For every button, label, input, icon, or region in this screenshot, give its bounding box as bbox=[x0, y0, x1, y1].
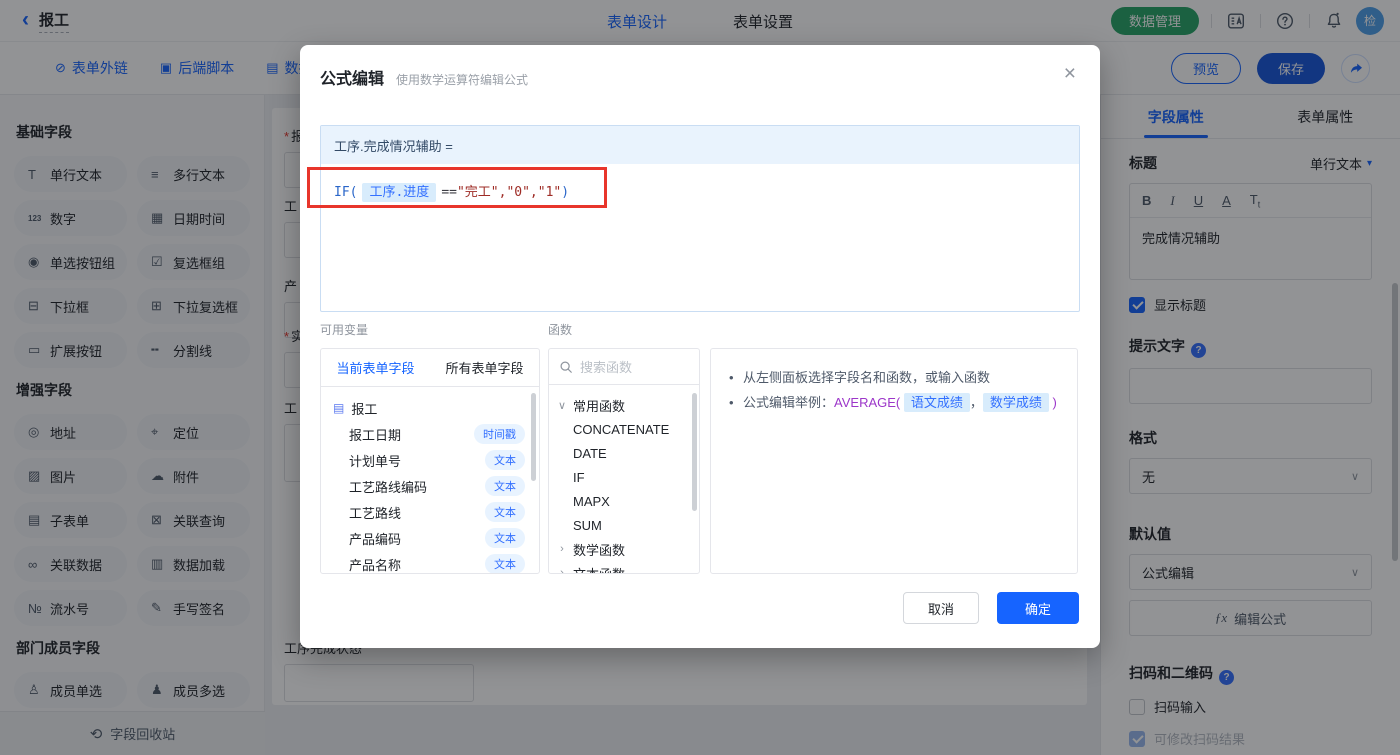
function-group-文本函数[interactable]: › 文本函数 bbox=[549, 561, 699, 574]
modal-title: 公式编辑 bbox=[320, 71, 385, 88]
caret-right-icon: › bbox=[560, 567, 564, 574]
example-chip-chinese: 语文成绩 bbox=[903, 393, 970, 412]
search-icon bbox=[560, 360, 572, 373]
tip-line-1: 从左侧面板选择字段名和函数，或输入函数 bbox=[729, 365, 1059, 390]
variable-row-工艺路线[interactable]: 工艺路线 文本 bbox=[321, 499, 539, 525]
caret-down-icon: ∨ bbox=[557, 399, 567, 412]
function-item-SUM[interactable]: SUM bbox=[549, 513, 699, 537]
caret-right-icon: › bbox=[560, 543, 564, 555]
function-item-IF[interactable]: IF bbox=[549, 465, 699, 489]
function-item-CONCATENATE[interactable]: CONCATENATE bbox=[549, 417, 699, 441]
type-badge: 时间戳 bbox=[474, 424, 525, 444]
search-placeholder: 搜索函数 bbox=[580, 360, 633, 375]
functions-panel: 搜索函数 ∨ 常用函数 CONCATENATE DATE IF MAPX SUM › 数学函数 ›… bbox=[548, 348, 700, 574]
formula-editor-modal: 公式编辑 使用数学运算符编辑公式 × 工序.完成情况辅助 = IF( 工序.进度 =… bbox=[300, 45, 1100, 648]
function-search[interactable]: 搜索函数 bbox=[549, 349, 699, 385]
variables-panel: 当前表单字段 所有表单字段 ▤ 报工 报工日期 时间戳 计划单号 文本 工艺路线编码 文本 工艺路… bbox=[320, 348, 540, 574]
formula-variable-chip[interactable]: 工序.进度 bbox=[362, 183, 437, 202]
form-designer-app: ‹ 报工 表单设计 表单设置 数据管理 检 ⊘ 表单外链 ▣ 后端脚本 ▤ 预览… bbox=[0, 0, 1400, 755]
formula-function-token: IF( bbox=[334, 185, 358, 200]
formula-input-area[interactable]: IF( 工序.进度 =="完工","0","1") bbox=[321, 164, 1079, 217]
variables-tab-当前表单字段[interactable]: 当前表单字段 bbox=[321, 358, 430, 377]
tips-panel: 从左侧面板选择字段名和函数，或输入函数 公式编辑举例：AVERAGE( 语文成绩… bbox=[710, 348, 1078, 574]
function-item-DATE[interactable]: DATE bbox=[549, 441, 699, 465]
type-badge: 文本 bbox=[485, 554, 525, 573]
example-chip-math: 数学成绩 bbox=[982, 393, 1049, 412]
type-badge: 文本 bbox=[485, 502, 525, 522]
tip-line-2: 公式编辑举例：AVERAGE( 语文成绩，数学成绩 ) bbox=[729, 390, 1059, 415]
variable-row-工艺路线编码[interactable]: 工艺路线编码 文本 bbox=[321, 473, 539, 499]
cancel-button[interactable]: 取消 bbox=[903, 592, 979, 624]
form-doc-icon: ▤ bbox=[333, 401, 345, 415]
variable-row-报工日期[interactable]: 报工日期 时间戳 bbox=[321, 421, 539, 447]
variable-row-产品名称[interactable]: 产品名称 文本 bbox=[321, 551, 539, 573]
function-group-数学函数[interactable]: › 数学函数 bbox=[549, 537, 699, 561]
type-badge: 文本 bbox=[485, 476, 525, 496]
close-icon[interactable]: × bbox=[1064, 63, 1076, 84]
modal-subtitle: 使用数学运算符编辑公式 bbox=[396, 73, 529, 87]
scrollbar-thumb[interactable] bbox=[531, 393, 536, 481]
functions-label: 函数 bbox=[548, 323, 573, 337]
type-badge: 文本 bbox=[485, 450, 525, 470]
variables-form-row[interactable]: ▤ 报工 bbox=[321, 395, 539, 421]
function-group-常用函数[interactable]: ∨ 常用函数 bbox=[549, 393, 699, 417]
variables-label: 可用变量 bbox=[320, 323, 369, 337]
confirm-button[interactable]: 确定 bbox=[997, 592, 1079, 624]
type-badge: 文本 bbox=[485, 528, 525, 548]
scrollbar-thumb[interactable] bbox=[692, 393, 697, 511]
formula-editor-box: 工序.完成情况辅助 = IF( 工序.进度 =="完工","0","1") bbox=[320, 125, 1080, 312]
variables-tab-所有表单字段[interactable]: 所有表单字段 bbox=[430, 358, 539, 377]
formula-operator-token: == bbox=[441, 185, 457, 200]
function-item-MAPX[interactable]: MAPX bbox=[549, 489, 699, 513]
variable-row-计划单号[interactable]: 计划单号 文本 bbox=[321, 447, 539, 473]
formula-close-paren: ) bbox=[561, 185, 570, 200]
formula-target: 工序.完成情况辅助 = bbox=[321, 126, 1079, 164]
formula-string-token: "完工","0","1" bbox=[456, 185, 562, 200]
variable-row-产品编码[interactable]: 产品编码 文本 bbox=[321, 525, 539, 551]
